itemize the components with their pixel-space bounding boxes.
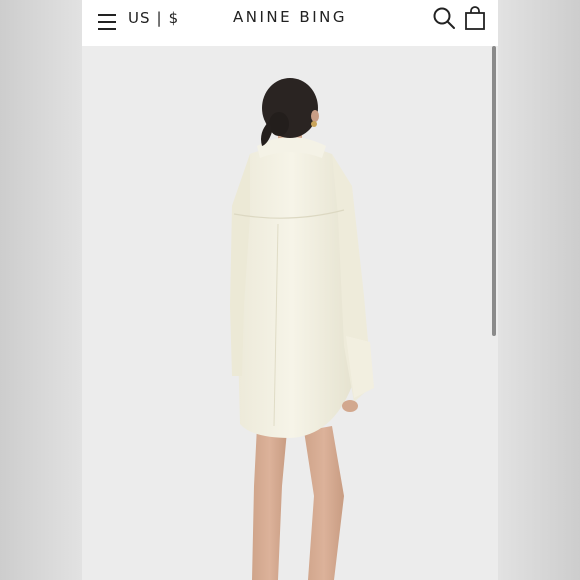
search-icon[interactable] bbox=[432, 6, 456, 30]
scrollbar[interactable] bbox=[492, 46, 496, 336]
brand-logo[interactable]: ANINE BING bbox=[233, 8, 347, 26]
locale-country: US bbox=[128, 9, 151, 27]
shopping-bag-icon[interactable] bbox=[464, 6, 486, 30]
backdrop-right bbox=[498, 0, 580, 580]
model-illustration bbox=[230, 78, 374, 580]
phone-screen: US | $ ANINE BING bbox=[82, 0, 498, 580]
product-image[interactable] bbox=[82, 46, 498, 580]
backdrop-left bbox=[0, 0, 82, 580]
locale-selector[interactable]: US | $ bbox=[128, 9, 179, 27]
site-header: US | $ ANINE BING bbox=[82, 0, 498, 46]
hamburger-menu-icon[interactable] bbox=[98, 12, 118, 32]
locale-separator: | bbox=[156, 9, 163, 27]
locale-currency: $ bbox=[168, 9, 180, 27]
